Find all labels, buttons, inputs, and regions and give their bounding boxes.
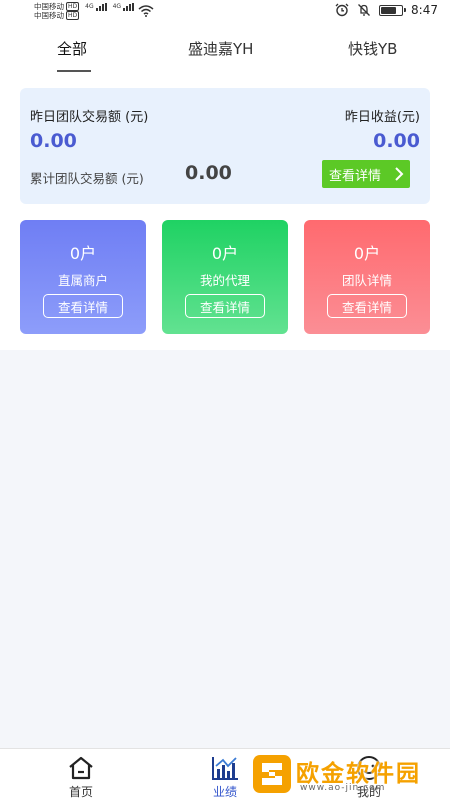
wifi-icon — [138, 5, 154, 17]
tab-all[interactable]: 全部 — [57, 38, 87, 59]
direct-merchants-card: 0户 直属商户 查看详情 — [20, 220, 146, 334]
yesterday-income-value: 0.00 — [373, 130, 420, 152]
nav-item-home[interactable]: 首页 — [41, 749, 121, 800]
summary-detail-label: 查看详情 — [329, 168, 382, 184]
summary-card: 昨日团队交易额 (元) 0.00 昨日收益(元) 0.00 累计团队交易额 (元… — [20, 88, 430, 204]
status-time: 8:47 — [411, 3, 438, 17]
watermark: 欧金软件园 www.ao-jin.com — [250, 752, 446, 798]
team-details-count: 0户 — [353, 244, 381, 263]
cumulative-volume-label: 累计团队交易额 (元) — [30, 171, 144, 186]
team-details-card: 0户 团队详情 查看详情 — [304, 220, 430, 334]
team-details-detail-button[interactable]: 查看详情 — [327, 294, 407, 318]
mute-icon — [358, 4, 371, 16]
signal-bars-icon — [95, 2, 107, 11]
chevron-right-icon — [395, 167, 404, 181]
carrier-2-name: 中国移动 — [34, 11, 64, 20]
hd-badge: HD — [66, 2, 80, 11]
nav-label-home: 首页 — [68, 785, 93, 799]
yesterday-income-label: 昨日收益(元) — [344, 110, 420, 125]
network-type: 4G — [85, 3, 94, 10]
watermark-logo-icon — [253, 755, 291, 793]
stat-cards: 0户 直属商户 查看详情 0户 我的代理 查看详情 0户 团队详情 查看详情 — [20, 220, 430, 334]
my-agents-detail-button[interactable]: 查看详情 — [185, 294, 265, 318]
yesterday-volume-value: 0.00 — [30, 130, 77, 152]
direct-merchants-count: 0户 — [69, 244, 97, 263]
hd-badge: HD — [66, 11, 80, 20]
performance-panel: 昨日团队交易额 (元) 0.00 昨日收益(元) 0.00 累计团队交易额 (元… — [0, 74, 450, 350]
channel-tabs: 全部 盛迪嘉YH 快钱YB — [0, 24, 450, 74]
summary-detail-button[interactable]: 查看详情 — [322, 160, 410, 188]
my-agents-label: 我的代理 — [199, 273, 250, 288]
direct-merchants-detail-button[interactable]: 查看详情 — [43, 294, 123, 318]
team-details-label: 团队详情 — [341, 273, 392, 288]
home-icon — [69, 756, 93, 780]
tab-kuaiqian[interactable]: 快钱YB — [348, 38, 397, 59]
battery-icon — [379, 4, 407, 16]
chart-icon — [212, 757, 238, 780]
tab-shengdijia[interactable]: 盛迪嘉YH — [188, 38, 253, 59]
alarm-icon — [335, 3, 349, 17]
yesterday-volume-label: 昨日团队交易额 (元) — [30, 110, 149, 125]
direct-merchants-label: 直属商户 — [57, 273, 108, 288]
my-agents-count: 0户 — [211, 244, 239, 263]
signal-bars-icon — [123, 2, 135, 11]
cumulative-volume-value: 0.00 — [185, 162, 232, 184]
network-type-2: 4G — [112, 3, 122, 10]
carrier-info: 中国移动 HD 4G 4G 中国移动 HD — [34, 2, 135, 20]
watermark-url: www.ao-jin.com — [300, 783, 386, 793]
carrier-1-name: 中国移动 — [34, 2, 64, 11]
status-bar: 中国移动 HD 4G 4G 中国移动 HD 8:47 — [0, 0, 450, 24]
active-tab-indicator — [57, 70, 91, 72]
my-agents-card: 0户 我的代理 查看详情 — [162, 220, 288, 334]
